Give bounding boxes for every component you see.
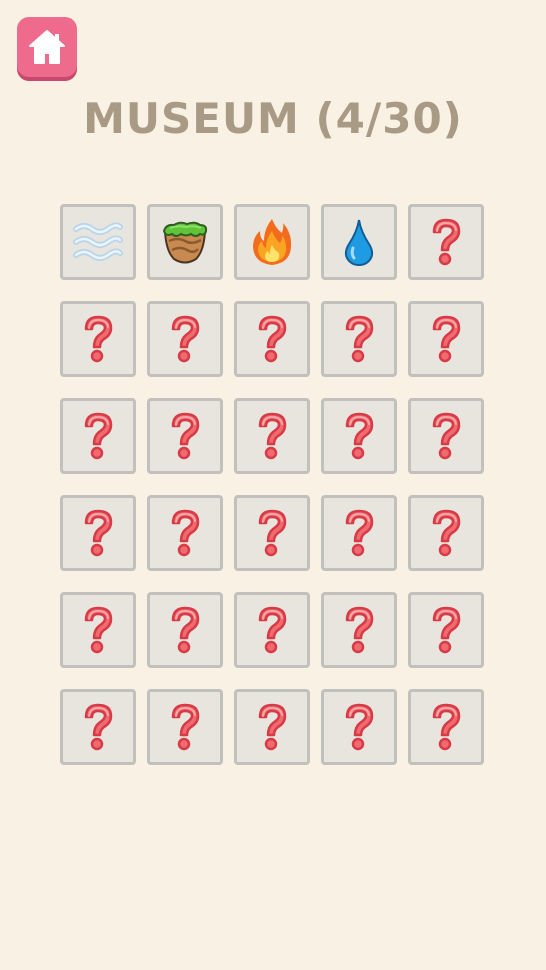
question-mark-icon	[80, 411, 116, 461]
question-mark-icon	[80, 702, 116, 752]
question-mark-icon	[167, 411, 203, 461]
question-mark-icon	[428, 217, 464, 267]
question-mark-icon	[428, 314, 464, 364]
locked-item-tile[interactable]	[321, 592, 397, 668]
air-icon	[72, 219, 124, 265]
question-mark-icon	[167, 314, 203, 364]
question-mark-icon	[254, 411, 290, 461]
earth-icon	[160, 219, 210, 265]
museum-grid	[60, 204, 488, 765]
question-mark-icon	[167, 508, 203, 558]
home-icon	[29, 30, 65, 64]
locked-item-tile[interactable]	[321, 398, 397, 474]
locked-item-tile[interactable]	[147, 495, 223, 571]
question-mark-icon	[341, 508, 377, 558]
fire-icon	[250, 217, 294, 267]
question-mark-icon	[341, 411, 377, 461]
museum-screen: MUSEUM (4/30)	[0, 0, 546, 970]
locked-item-tile[interactable]	[147, 592, 223, 668]
home-button[interactable]	[17, 17, 77, 77]
locked-item-tile[interactable]	[147, 689, 223, 765]
museum-item-tile[interactable]	[321, 204, 397, 280]
museum-item-tile[interactable]	[60, 204, 136, 280]
question-mark-icon	[341, 605, 377, 655]
page-title: MUSEUM (4/30)	[83, 94, 463, 143]
question-mark-icon	[254, 702, 290, 752]
question-mark-icon	[80, 314, 116, 364]
locked-item-tile[interactable]	[408, 689, 484, 765]
locked-item-tile[interactable]	[60, 398, 136, 474]
question-mark-icon	[428, 605, 464, 655]
locked-item-tile[interactable]	[408, 398, 484, 474]
locked-item-tile[interactable]	[408, 495, 484, 571]
question-mark-icon	[254, 605, 290, 655]
question-mark-icon	[341, 314, 377, 364]
museum-item-tile[interactable]	[147, 204, 223, 280]
question-mark-icon	[254, 314, 290, 364]
locked-item-tile[interactable]	[234, 301, 310, 377]
water-icon	[343, 218, 375, 266]
locked-item-tile[interactable]	[408, 301, 484, 377]
locked-item-tile[interactable]	[408, 592, 484, 668]
locked-item-tile[interactable]	[321, 689, 397, 765]
locked-item-tile[interactable]	[147, 398, 223, 474]
locked-item-tile[interactable]	[234, 592, 310, 668]
question-mark-icon	[254, 508, 290, 558]
locked-item-tile[interactable]	[234, 689, 310, 765]
locked-item-tile[interactable]	[60, 495, 136, 571]
locked-item-tile[interactable]	[147, 301, 223, 377]
question-mark-icon	[80, 605, 116, 655]
question-mark-icon	[167, 702, 203, 752]
question-mark-icon	[80, 508, 116, 558]
locked-item-tile[interactable]	[321, 301, 397, 377]
question-mark-icon	[428, 508, 464, 558]
locked-item-tile[interactable]	[408, 204, 484, 280]
locked-item-tile[interactable]	[234, 398, 310, 474]
locked-item-tile[interactable]	[321, 495, 397, 571]
museum-item-tile[interactable]	[234, 204, 310, 280]
locked-item-tile[interactable]	[234, 495, 310, 571]
locked-item-tile[interactable]	[60, 592, 136, 668]
locked-item-tile[interactable]	[60, 689, 136, 765]
question-mark-icon	[428, 702, 464, 752]
locked-item-tile[interactable]	[60, 301, 136, 377]
question-mark-icon	[341, 702, 377, 752]
question-mark-icon	[428, 411, 464, 461]
question-mark-icon	[167, 605, 203, 655]
